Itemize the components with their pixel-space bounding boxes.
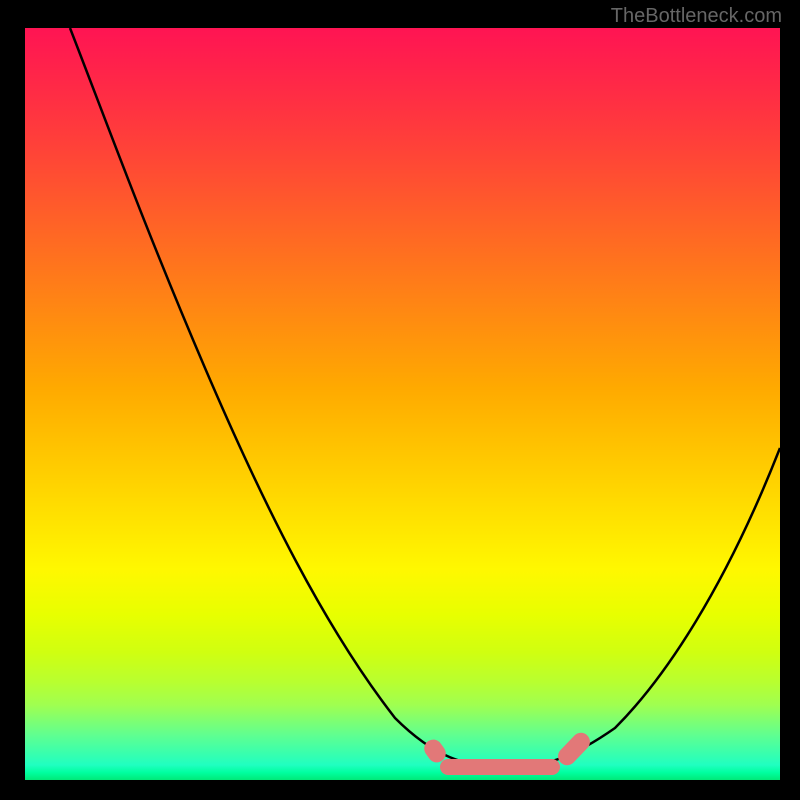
chart-plot-area	[25, 28, 780, 780]
bottleneck-curve	[25, 28, 780, 780]
watermark-text: TheBottleneck.com	[611, 5, 782, 28]
optimal-zone-middle	[440, 759, 560, 775]
optimal-zone-right	[554, 729, 593, 769]
